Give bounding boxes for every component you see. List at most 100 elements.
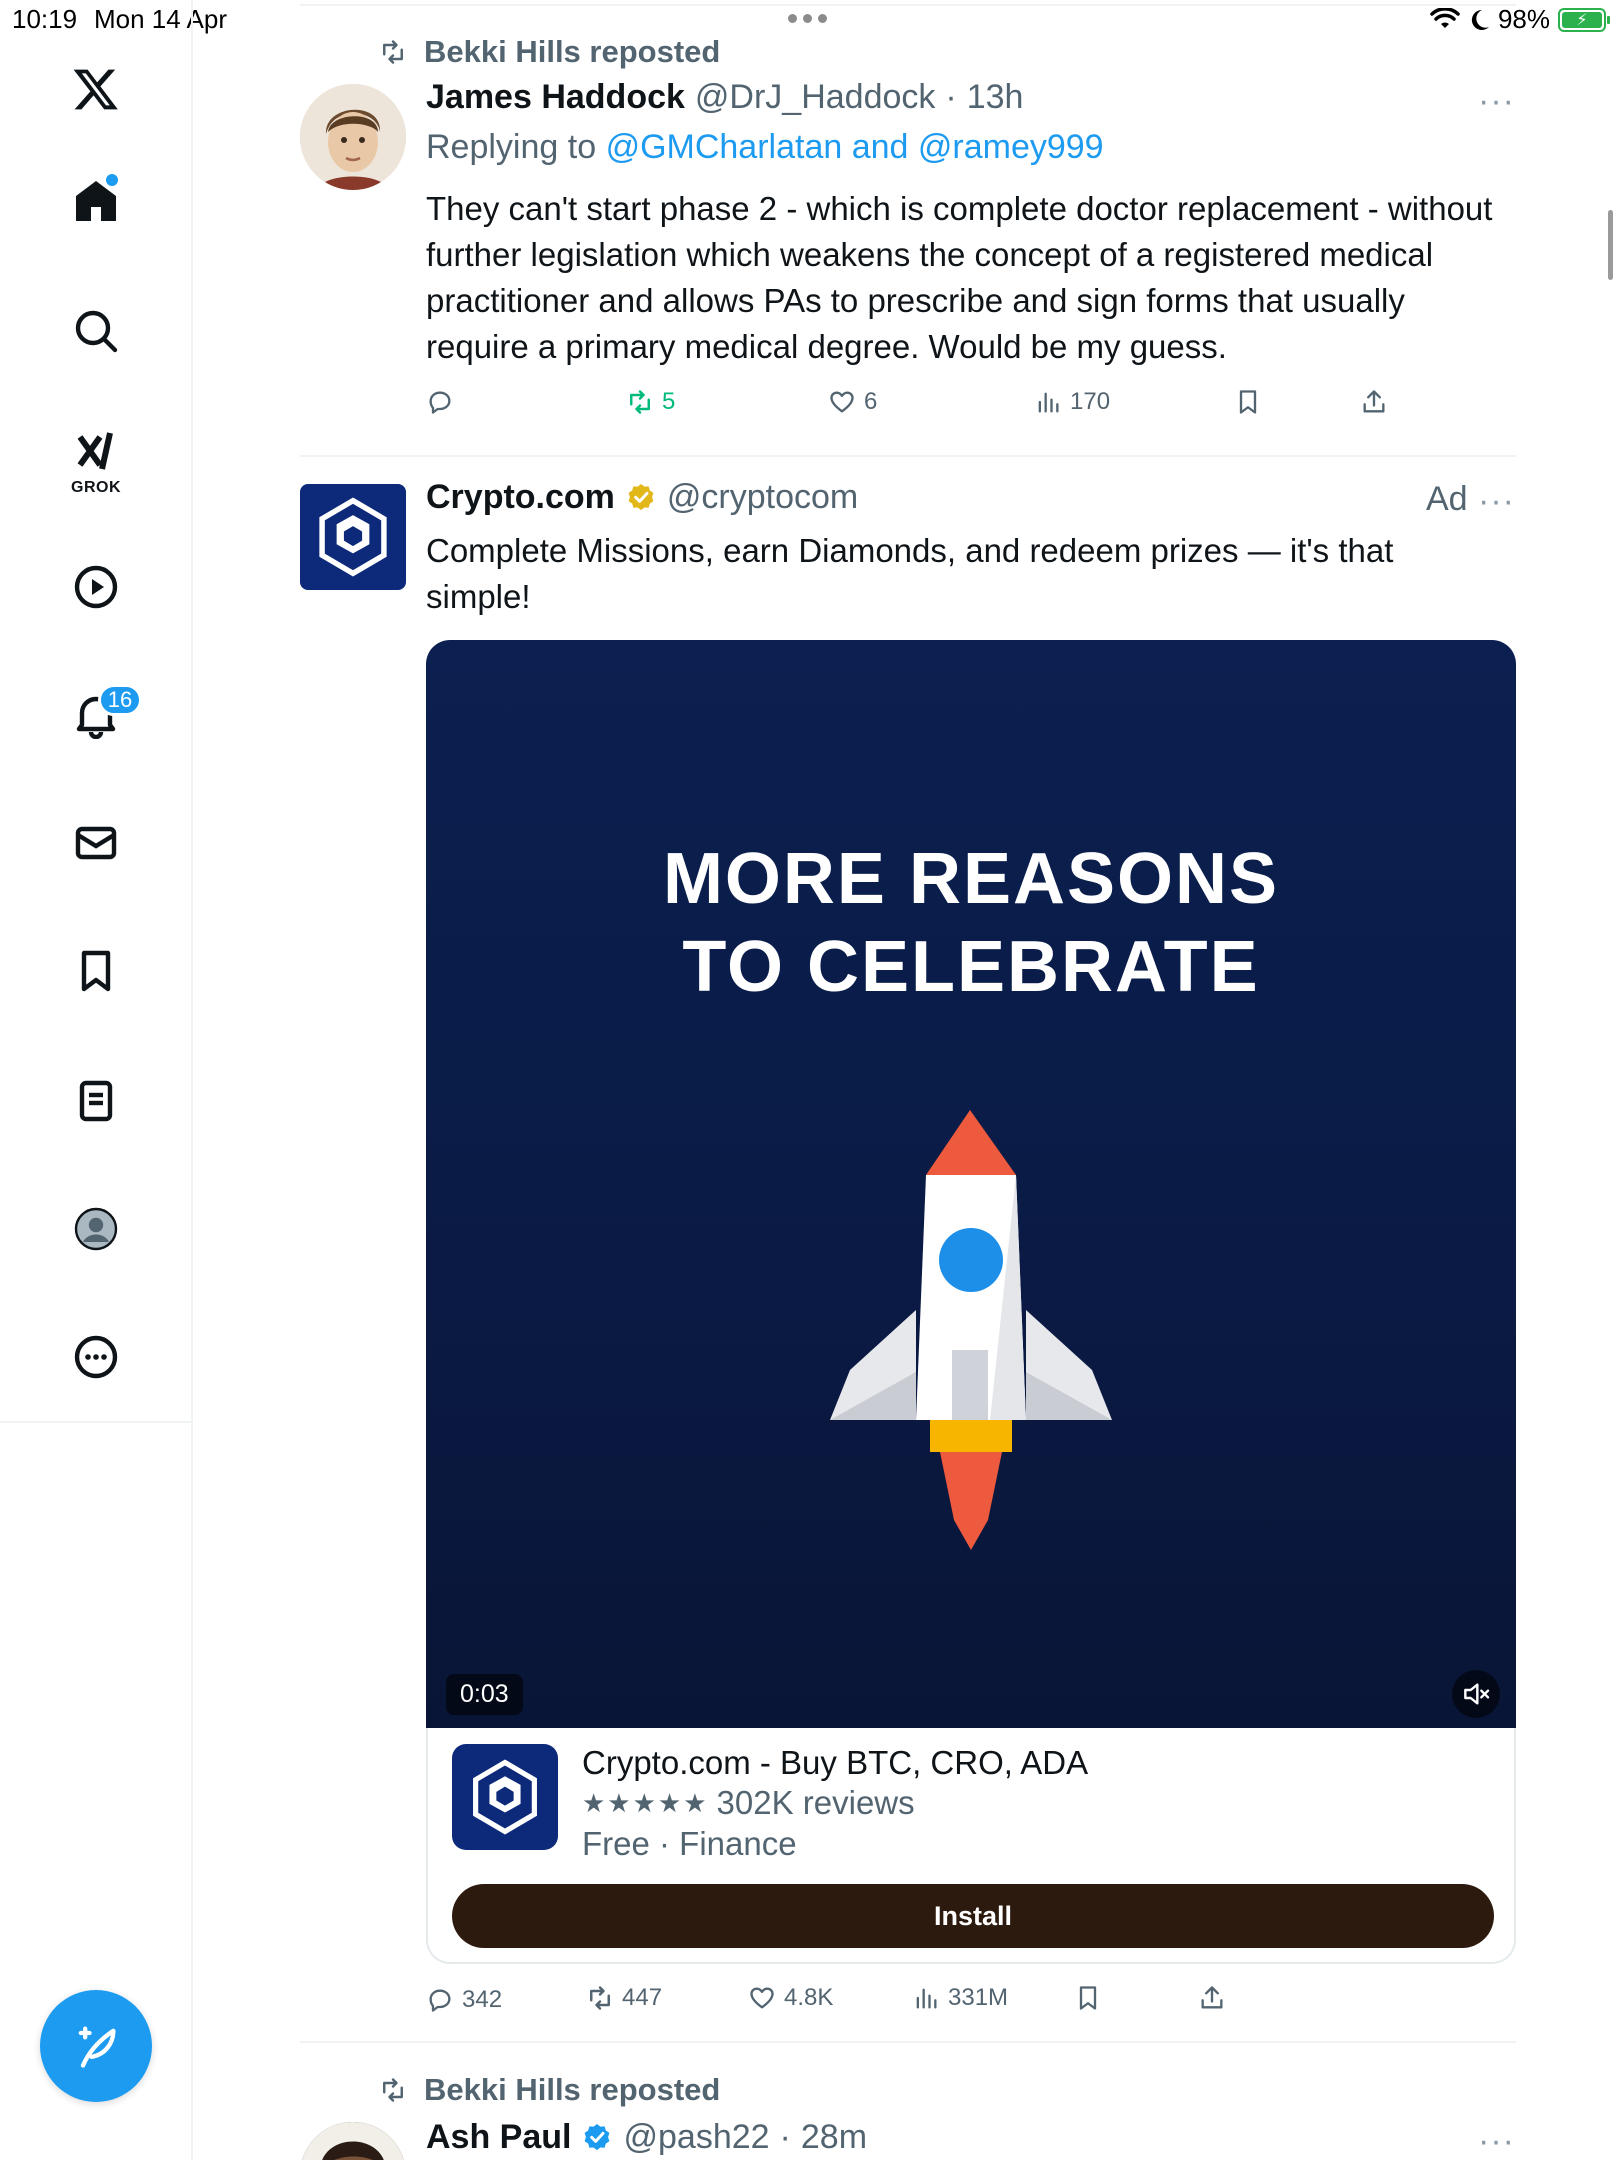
wifi-icon [1430,7,1460,28]
views-button[interactable]: 170 [1034,388,1110,416]
reply-icon [429,391,451,414]
advertiser-name[interactable]: Crypto.com [426,478,615,517]
search-icon[interactable] [67,302,125,360]
retweet-button[interactable]: 447 [586,1984,662,2012]
retweet-icon [590,1986,610,2010]
scrollbar[interactable] [1608,210,1613,280]
app-rating: ★★★★★ 302K reviews [582,1784,915,1822]
retweet-count: 5 [662,388,676,415]
bookmark-icon [1239,390,1257,414]
retweet-button[interactable]: 5 [626,388,675,416]
share-button[interactable] [1198,1984,1226,2012]
bookmark-icon[interactable] [67,942,125,1000]
repost-label: Bekki Hills reposted [424,2072,721,2107]
tweet-more-button[interactable]: ··· [1478,2122,1515,2160]
like-button[interactable]: 4.8K [748,1984,833,2012]
reply-icon [429,1989,451,2012]
profile-avatar-icon[interactable] [67,1200,125,1258]
advertiser-handle[interactable]: @cryptocom [667,478,858,517]
video-headline: MORE REASONS TO CELEBRATE [426,835,1516,1011]
bookmark-button[interactable] [1074,1984,1102,2012]
rocket-illustration [830,1110,1112,1550]
like-button[interactable]: 6 [828,388,877,416]
share-icon [1201,1986,1223,2009]
replying-to-handles[interactable]: @GMCharlatan and @ramey999 [606,128,1104,166]
tweet-time[interactable]: 28m [801,2118,867,2157]
tweet-more-button[interactable]: ··· [1478,82,1515,121]
video-headline-line2: TO CELEBRATE [682,927,1260,1007]
james-haddock-avatar[interactable] [300,84,406,190]
battery-icon: ⚡ [1558,7,1610,32]
author-name[interactable]: Ash Paul [426,2118,571,2157]
crypto-com-logo-icon [319,497,387,577]
star-rating-icon: ★★★★★ [582,1787,709,1818]
author-handle[interactable]: @pash22 [623,2118,769,2157]
tweet-divider [300,455,1516,457]
like-count: 4.8K [784,1984,834,2011]
heart-icon [830,391,854,413]
views-chart-icon [1038,392,1059,413]
verified-gold-badge-icon [628,483,654,510]
reply-button[interactable] [426,388,454,416]
battery-percent: 98% [1497,4,1550,34]
ad-more-button[interactable]: ··· [1478,482,1515,521]
tweet-actions: 5 6 170 [426,388,1426,422]
reply-count: 342 [462,1986,503,2013]
crypto-com-avatar[interactable] [300,484,406,590]
author-name[interactable]: James Haddock [426,78,685,117]
verified-blue-badge-icon [585,2123,610,2150]
mail-icon[interactable] [67,814,125,872]
retweet-icon [630,390,650,414]
moon-icon [1471,9,1489,30]
views-count: 170 [1070,388,1111,415]
notification-badge: 16 [98,684,142,716]
grok-icon[interactable] [67,424,125,482]
separator-dot: · [945,78,957,116]
lists-icon[interactable] [67,1072,125,1130]
share-icon [1363,390,1385,413]
bookmark-button[interactable] [1234,388,1262,416]
video-play-icon[interactable] [67,558,125,616]
bookmark-icon [1079,1986,1097,2010]
tweet-header: James Haddock @DrJ_Haddock · 13h [426,78,1023,117]
tweet-divider [300,2041,1516,2043]
app-title: Crypto.com - Buy BTC, CRO, ADA [582,1744,1089,1781]
repost-icon [383,2078,403,2102]
views-button[interactable]: 331M [912,1984,1008,2012]
feed-top-border [300,4,1516,6]
replying-to-prefix: Replying to [426,128,597,166]
multitask-dots[interactable] [788,14,827,23]
crypto-com-logo-icon [473,1759,537,1835]
sidebar-divider [0,1421,193,1423]
share-button[interactable] [1360,388,1388,416]
video-timecode: 0:03 [446,1674,523,1715]
separator-dot: · [779,2118,791,2156]
ash-paul-avatar[interactable] [300,2122,406,2160]
views-count: 331M [948,1984,1009,2011]
ad-actions: 342 447 4.8K 331M [426,1984,1426,2018]
app-install-card[interactable]: Crypto.com - Buy BTC, CRO, ADA ★★★★★ 302… [426,1728,1516,1964]
compose-post-button[interactable] [40,1990,152,2102]
home-unread-dot [106,174,118,186]
video-headline-line1: MORE REASONS [662,839,1280,919]
ad-video[interactable]: MORE REASONS TO CELEBRATE 0:03 [426,640,1516,1728]
app-meta: Free · Finance [582,1825,797,1862]
replying-to: Replying to @GMCharlatan and @ramey999 [426,128,1104,167]
like-count: 6 [864,388,878,415]
tweet-header: Ash Paul @pash22 · 28m [426,2118,867,2157]
tweet-time[interactable]: 13h [967,78,1024,117]
grok-label: GROK [71,479,121,496]
install-button[interactable]: Install [452,1884,1494,1948]
status-bar: 10:19 Mon 14 Apr 98% ⚡ [0,0,1620,40]
views-chart-icon [916,1988,937,2009]
more-circle-icon[interactable] [67,1328,125,1386]
repost-icon [383,40,403,64]
author-handle[interactable]: @DrJ_Haddock [695,78,936,117]
mute-button[interactable] [1452,1670,1500,1718]
ad-text: Complete Missions, earn Diamonds, and re… [426,532,1394,615]
speaker-muted-icon [1464,1683,1490,1705]
repost-label: Bekki Hills reposted [424,34,721,69]
status-right: 98% ⚡ [1430,4,1610,35]
reply-button[interactable]: 342 [426,1986,502,2014]
x-logo-icon[interactable] [67,60,125,118]
